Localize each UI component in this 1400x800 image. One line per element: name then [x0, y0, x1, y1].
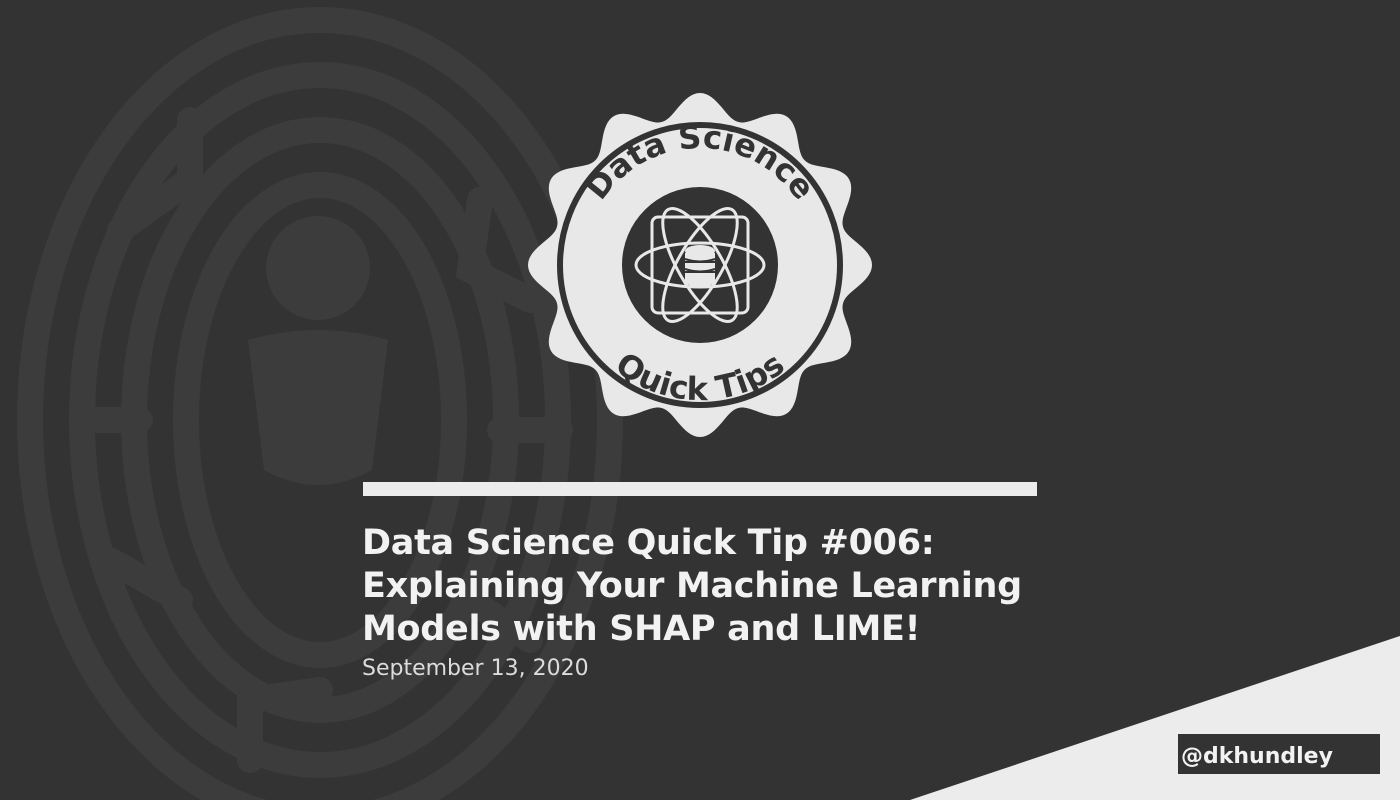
post-date: September 13, 2020: [362, 656, 589, 681]
post-title-line: Models with SHAP and LIME!: [362, 609, 921, 649]
banner-canvas: Data Science Quick Tips Data Science Qui…: [0, 0, 1400, 800]
post-title: Data Science Quick Tip #006: Explaining …: [362, 522, 1062, 651]
post-title-line: Explaining Your Machine Learning: [362, 566, 1022, 606]
author-handle: @dkhundley: [1181, 744, 1333, 769]
data-science-quick-tips-badge: Data Science Quick Tips: [528, 93, 872, 437]
post-title-line: Data Science Quick Tip #006:: [362, 523, 935, 563]
title-divider: [363, 482, 1037, 496]
